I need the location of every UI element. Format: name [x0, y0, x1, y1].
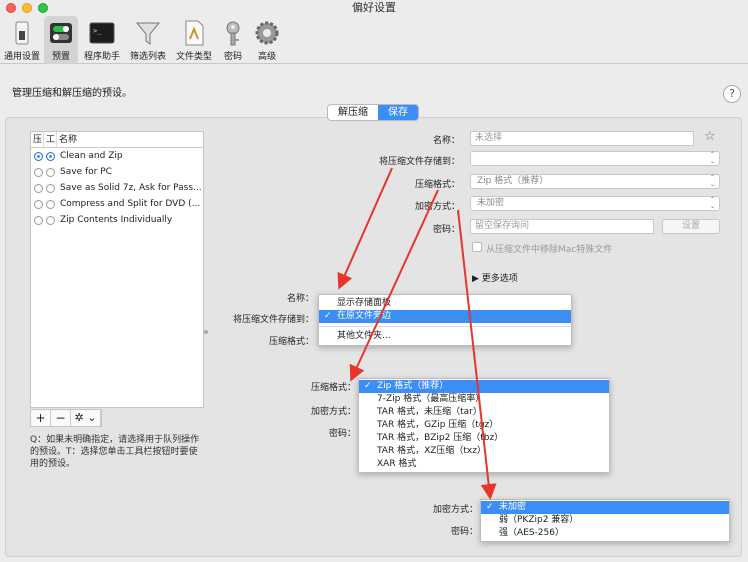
preset-row[interactable]: Clean and Zip	[31, 148, 203, 164]
format-label: 压缩格式：	[414, 180, 460, 190]
toolbar-item-file-types[interactable]: 文件类型	[172, 16, 216, 64]
preset-note: Q：如果未明确指定，请选择用于队列操作的预设。T：选择您单击工具栏按钮时要使用的…	[30, 435, 200, 469]
key-icon	[219, 19, 247, 47]
split-view-handle[interactable]	[204, 330, 208, 334]
menu-item-weak-encryption[interactable]: 弱（PKZip2 兼容）	[481, 514, 729, 527]
menu-item-format-zip[interactable]: ✓ Zip 格式（推荐）	[359, 380, 609, 393]
remove-preset-button[interactable]: −	[51, 410, 71, 426]
encryption-select[interactable]: 未加密	[470, 196, 720, 211]
column-header-name[interactable]: 名称	[57, 132, 77, 147]
menu-item-next-to-original[interactable]: ✓ 在原文件旁边	[319, 310, 571, 323]
toolbar-radio[interactable]	[46, 199, 55, 209]
queue-radio[interactable]	[34, 167, 43, 177]
page-description: 管理压缩和解压缩的预设。	[12, 88, 132, 99]
password-settings-button[interactable]: 设置	[662, 219, 720, 234]
save-to-label: 将压缩文件存储到：	[378, 157, 460, 167]
callout-password-label-2: 密码：	[450, 527, 478, 537]
preset-list-tools: + − ✲ ⌄	[30, 409, 102, 427]
preset-list-header: 压 工 名称	[31, 132, 203, 148]
password-label: 密码：	[432, 225, 460, 235]
zoom-window-button[interactable]	[38, 3, 48, 13]
format-menu: ✓ Zip 格式（推荐） 7-Zip 格式（最高压缩率） TAR 格式，未压缩（t…	[358, 378, 610, 473]
switch-icon	[8, 19, 36, 47]
mode-tabs: 解压缩 保存	[327, 104, 419, 121]
preset-row[interactable]: Save for PC	[31, 164, 203, 180]
queue-radio[interactable]	[34, 199, 43, 209]
queue-radio[interactable]	[34, 215, 43, 225]
callout-format-label: 压缩格式：	[268, 337, 314, 347]
toggles-icon	[47, 19, 75, 47]
save-to-select[interactable]	[470, 151, 720, 166]
toolbar-item-advanced[interactable]: 高级	[252, 16, 282, 64]
menu-item-no-encryption[interactable]: ✓ 未加密	[481, 501, 729, 514]
callout-save-to-label: 将压缩文件存储到：	[232, 315, 314, 325]
menu-item-format-tar[interactable]: TAR 格式，未压缩（tar）	[359, 406, 609, 419]
menu-item-show-save-panel[interactable]: 显示存储面板	[319, 297, 571, 310]
menu-item-format-tgz[interactable]: TAR 格式，GZip 压缩（tgz）	[359, 419, 609, 432]
callout-encryption-label-2: 加密方式：	[432, 505, 478, 515]
toolbar-item-helpers[interactable]: >_ 程序助手	[80, 16, 124, 64]
preset-actions-button[interactable]: ✲ ⌄	[71, 410, 101, 426]
gear-icon	[253, 19, 281, 47]
close-window-button[interactable]	[6, 3, 16, 13]
more-options-disclosure[interactable]: ▶ 更多选项	[472, 271, 518, 284]
toolbar-item-passwords[interactable]: 密码	[218, 16, 248, 64]
toolbar-item-general[interactable]: 通用设置	[2, 16, 42, 64]
menu-separator	[319, 326, 571, 327]
preset-list: 压 工 名称 Clean and Zip Save for PC Save as…	[30, 131, 204, 408]
toolbar-radio[interactable]	[46, 183, 55, 193]
menu-item-other-folder[interactable]: 其他文件夹...	[319, 330, 571, 343]
toolbar-item-presets[interactable]: 预置	[44, 16, 78, 64]
callout-name-label: 名称：	[286, 294, 314, 304]
preferences-window: 偏好设置 通用设置 预置 >_ 程序助手 筛选列表 文件类型 密码 高级 管理压…	[0, 0, 748, 562]
callout-password-label: 密码：	[328, 429, 356, 439]
svg-text:>_: >_	[93, 27, 102, 35]
menu-item-format-xar[interactable]: XAR 格式	[359, 458, 609, 471]
preset-name-field[interactable]: 未选择	[470, 131, 694, 146]
strip-mac-label: 从压缩文件中移除Mac特殊文件	[486, 245, 613, 255]
name-label: 名称：	[432, 136, 460, 146]
encryption-menu: ✓ 未加密 弱（PKZip2 兼容） 强（AES-256）	[480, 499, 730, 542]
tab-extract[interactable]: 解压缩	[328, 105, 378, 120]
toolbar-radio[interactable]	[46, 215, 55, 225]
menu-item-format-7z[interactable]: 7-Zip 格式（最高压缩率）	[359, 393, 609, 406]
terminal-icon: >_	[88, 19, 116, 47]
column-header-queue[interactable]: 压	[31, 132, 44, 147]
save-to-menu: 显示存储面板 ✓ 在原文件旁边 其他文件夹...	[318, 294, 572, 346]
document-icon	[180, 19, 208, 47]
preset-row[interactable]: Zip Contents Individually	[31, 212, 203, 228]
encryption-label: 加密方式：	[414, 202, 460, 212]
preset-row[interactable]: Compress and Split for DVD (...	[31, 196, 203, 212]
menu-item-strong-encryption[interactable]: 强（AES-256）	[481, 527, 729, 540]
menu-item-format-txz[interactable]: TAR 格式，XZ压缩（txz）	[359, 445, 609, 458]
callout-encryption-label: 加密方式：	[310, 407, 356, 417]
password-field[interactable]: 留空保存询问	[470, 219, 654, 234]
toolbar-item-filters[interactable]: 筛选列表	[126, 16, 170, 64]
preferences-toolbar: 通用设置 预置 >_ 程序助手 筛选列表 文件类型 密码 高级	[0, 16, 748, 64]
queue-radio[interactable]	[34, 183, 43, 193]
format-select[interactable]: Zip 格式（推荐）	[470, 174, 720, 189]
star-icon[interactable]: ☆	[704, 129, 716, 144]
menu-item-format-tbz[interactable]: TAR 格式，BZip2 压缩（tbz）	[359, 432, 609, 445]
column-header-toolbar[interactable]: 工	[44, 132, 57, 147]
queue-radio[interactable]	[34, 151, 43, 161]
callout-format-label-2: 压缩格式：	[310, 383, 356, 393]
tab-save[interactable]: 保存	[378, 105, 418, 120]
title-bar: 偏好设置	[0, 0, 748, 16]
toolbar-radio[interactable]	[46, 167, 55, 177]
minimize-window-button[interactable]	[22, 3, 32, 13]
preset-row[interactable]: Save as Solid 7z, Ask for Pass...	[31, 180, 203, 196]
add-preset-button[interactable]: +	[31, 410, 51, 426]
window-title: 偏好设置	[352, 1, 396, 14]
toolbar-radio[interactable]	[46, 151, 55, 161]
strip-mac-checkbox[interactable]	[472, 242, 482, 252]
funnel-icon	[134, 19, 162, 47]
help-button[interactable]: ?	[723, 85, 741, 103]
